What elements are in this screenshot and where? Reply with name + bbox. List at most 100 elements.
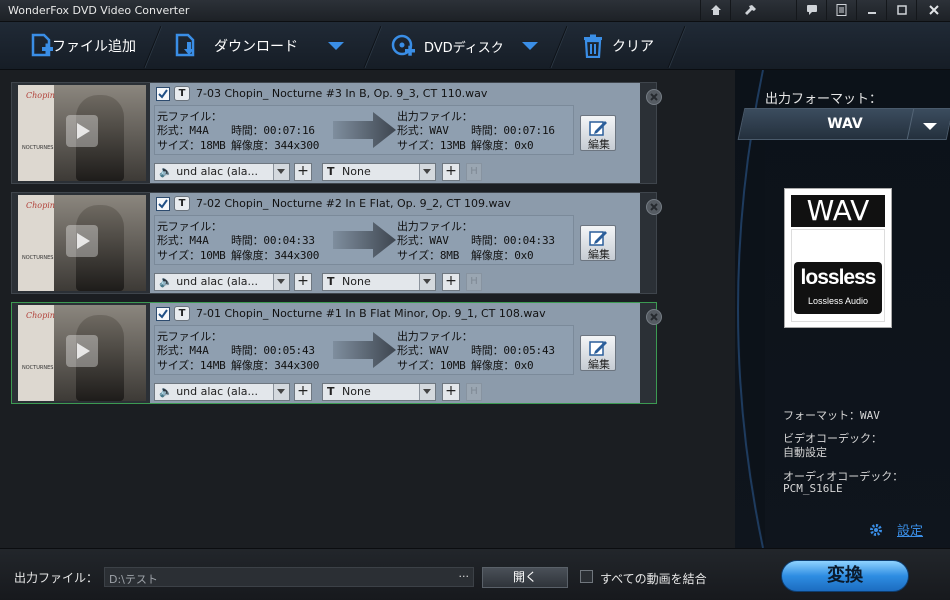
- rename-button[interactable]: T: [174, 86, 190, 101]
- download-button[interactable]: ダウンロード: [174, 22, 344, 70]
- chevron-down-icon[interactable]: [419, 164, 435, 180]
- convert-label: 変換: [827, 565, 863, 586]
- album-thumbnail[interactable]: Chopin NOCTURNES: [18, 85, 146, 181]
- add-audio-button[interactable]: +: [294, 163, 312, 181]
- chevron-down-icon[interactable]: [923, 122, 937, 131]
- chevron-down-icon[interactable]: [328, 41, 344, 51]
- chevron-down-icon[interactable]: [273, 384, 289, 400]
- file-checkbox[interactable]: [156, 87, 170, 101]
- hardcode-subtitle-button[interactable]: H: [466, 273, 482, 291]
- add-subtitle-button[interactable]: +: [442, 383, 460, 401]
- bottom-bar: 出力ファイル： D:\テスト ··· 開く すべての動画を結合 変換: [0, 548, 950, 600]
- add-audio-button[interactable]: +: [294, 273, 312, 291]
- subtitle-select[interactable]: T None: [322, 273, 436, 291]
- home-icon: [710, 5, 721, 15]
- close-button[interactable]: [916, 0, 950, 20]
- output-path-field[interactable]: D:\テスト ···: [104, 567, 474, 587]
- checkmark-icon: [158, 309, 168, 319]
- minimize-button[interactable]: [856, 0, 886, 20]
- add-subtitle-button[interactable]: +: [442, 273, 460, 291]
- maximize-button[interactable]: [886, 0, 916, 20]
- file-checkbox[interactable]: [156, 307, 170, 321]
- convert-button[interactable]: 変換: [781, 560, 909, 592]
- rename-button[interactable]: T: [174, 196, 190, 211]
- edit-label: 編集: [588, 138, 610, 151]
- audio-track-select[interactable]: 🔈 und alac (ala...: [154, 163, 290, 181]
- output-format: 形式：WAV: [397, 234, 449, 247]
- source-format: 形式：M4A: [157, 124, 209, 137]
- title-bar: WonderFox DVD Video Converter: [0, 0, 950, 22]
- output-format: 形式：WAV: [397, 124, 449, 137]
- add-file-icon: [31, 33, 53, 57]
- album-thumbnail[interactable]: Chopin NOCTURNES: [18, 195, 146, 291]
- output-format: 形式：WAV: [397, 344, 449, 357]
- format-badge: WAV lossless Lossless Audio: [784, 188, 892, 328]
- file-item[interactable]: Chopin NOCTURNES T 7-02 Chopin_ Nocturne…: [11, 192, 662, 294]
- audio-track-select[interactable]: 🔈 und alac (ala...: [154, 383, 290, 401]
- file-name[interactable]: 7-01 Chopin_ Nocturne #1 In B Flat Minor…: [196, 307, 546, 320]
- chevron-down-icon[interactable]: [419, 384, 435, 400]
- remove-file-button[interactable]: [646, 309, 662, 325]
- tools-button[interactable]: [730, 0, 770, 20]
- add-subtitle-button[interactable]: +: [442, 163, 460, 181]
- play-icon[interactable]: [66, 225, 98, 257]
- subtitle-select[interactable]: T None: [322, 383, 436, 401]
- rename-button[interactable]: T: [174, 306, 190, 321]
- output-path-value: D:\テスト: [109, 573, 158, 586]
- chevron-down-icon[interactable]: [419, 274, 435, 290]
- edit-label: 編集: [588, 248, 610, 261]
- album-subtitle: NOCTURNES: [22, 255, 54, 261]
- add-file-button[interactable]: ファイル追加: [30, 22, 136, 70]
- play-icon[interactable]: [66, 115, 98, 147]
- edit-button[interactable]: 編集: [580, 115, 616, 151]
- output-settings-panel: 出力フォーマット： WAV WAV lossless Lossless Audi…: [735, 70, 950, 548]
- merge-label: すべての動画を結合: [600, 572, 707, 586]
- output-folder-label: 出力ファイル：: [14, 571, 99, 585]
- audio-track-value: und alac (ala...: [176, 165, 259, 178]
- chevron-down-icon[interactable]: [273, 164, 289, 180]
- hardcode-subtitle-button[interactable]: H: [466, 163, 482, 181]
- close-icon: [650, 313, 658, 321]
- feedback-button[interactable]: [796, 0, 826, 20]
- file-item[interactable]: Chopin NOCTURNES T 7-03 Chopin_ Nocturne…: [11, 82, 662, 184]
- merge-checkbox[interactable]: [580, 570, 593, 583]
- add-audio-button[interactable]: +: [294, 383, 312, 401]
- album-thumbnail[interactable]: Chopin NOCTURNES: [18, 305, 146, 401]
- file-name[interactable]: 7-03 Chopin_ Nocturne #3 In B, Op. 9_3, …: [196, 87, 487, 100]
- subtitle-value: None: [342, 275, 371, 288]
- audio-track-select[interactable]: 🔈 und alac (ala...: [154, 273, 290, 291]
- source-resolution: 解像度：344x300: [231, 249, 320, 262]
- remove-file-button[interactable]: [646, 89, 662, 105]
- source-size: サイズ：14MB: [157, 359, 226, 372]
- output-size: サイズ：10MB: [397, 359, 466, 372]
- edit-button[interactable]: 編集: [580, 225, 616, 261]
- browse-button[interactable]: ···: [459, 570, 470, 583]
- output-resolution: 解像度：0x0: [471, 249, 534, 262]
- output-time: 時間：00:05:43: [471, 344, 555, 357]
- speaker-icon: 🔈: [159, 165, 173, 178]
- subtitle-select[interactable]: T None: [322, 163, 436, 181]
- edit-button[interactable]: 編集: [580, 335, 616, 371]
- checkmark-icon: [158, 199, 168, 209]
- home-button[interactable]: [700, 0, 730, 20]
- open-button[interactable]: 開く: [482, 567, 568, 588]
- remove-file-button[interactable]: [646, 199, 662, 215]
- file-checkbox[interactable]: [156, 197, 170, 211]
- file-name[interactable]: 7-02 Chopin_ Nocturne #2 In E Flat, Op. …: [196, 197, 511, 210]
- arrow-right-icon: [333, 112, 396, 148]
- conversion-info: 元ファイル： 形式：M4A 時間：00:04:33 サイズ：10MB 解像度：3…: [154, 215, 574, 265]
- clear-button[interactable]: クリア: [582, 22, 654, 70]
- toolbar-divider: [143, 26, 163, 68]
- download-label: ダウンロード: [214, 39, 298, 55]
- file-item[interactable]: Chopin NOCTURNES T 7-01 Chopin_ Nocturne…: [11, 302, 662, 404]
- dvd-disc-button[interactable]: DVDディスク: [390, 22, 538, 70]
- chevron-down-icon[interactable]: [273, 274, 289, 290]
- hardcode-subtitle-button[interactable]: H: [466, 383, 482, 401]
- disc-add-icon: [391, 34, 415, 56]
- play-icon[interactable]: [66, 335, 98, 367]
- chevron-down-icon[interactable]: [521, 41, 538, 51]
- register-button[interactable]: [826, 0, 856, 20]
- output-resolution: 解像度：0x0: [471, 359, 534, 372]
- toolbar-divider: [363, 26, 383, 68]
- settings-link[interactable]: 設定: [869, 520, 923, 539]
